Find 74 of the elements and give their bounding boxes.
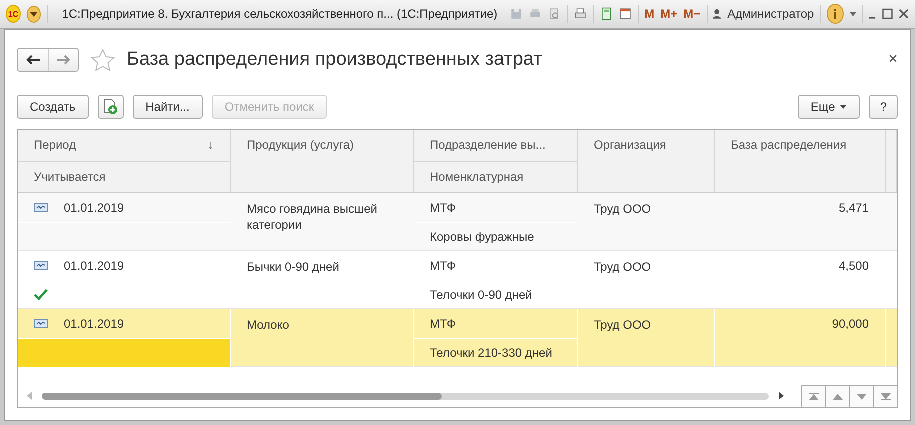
dropdown-icon [850, 12, 856, 16]
table-cell-text: Мясо говядина высшей категории [246, 201, 379, 234]
down-icon [856, 394, 866, 400]
previous-row-button[interactable] [825, 385, 849, 407]
close-button[interactable]: × [888, 51, 898, 69]
memory-button[interactable]: M− [684, 7, 701, 21]
column-header[interactable]: Подразделение вы... [430, 138, 546, 153]
table-row[interactable]: 01.01.2019 Молоко МТФ Телочки 210-330 дней Труд ООО 90,000 [18, 309, 897, 367]
app-logo[interactable]: 1С [6, 5, 22, 23]
find-button[interactable]: Найти... [132, 95, 203, 119]
memory-button[interactable]: M [644, 7, 655, 21]
column-header[interactable]: Учитывается [34, 170, 106, 184]
table-cell-text: 90,000 [831, 316, 870, 333]
column-header[interactable]: Номенклатурная [430, 170, 524, 184]
scroll-left-icon [26, 392, 34, 400]
more-button[interactable]: Еще [798, 95, 860, 119]
close-icon [899, 8, 909, 20]
table-cell: 01.01.2019 [64, 258, 124, 274]
table-cell-text: Бычки 0-90 дней [246, 259, 340, 276]
user-name[interactable]: Администратор [728, 7, 814, 21]
scrollbar-thumb[interactable] [42, 392, 442, 400]
minimize-icon [869, 17, 876, 19]
app-title: 1С:Предприятие 8. Бухгалтерия сельскохозяйственного п... (1С:Предприятие) [62, 7, 498, 21]
column-header[interactable]: Период [34, 138, 76, 153]
table-cell-text: Труд ООО [593, 317, 652, 334]
table-cell-text: 5,471 [838, 200, 870, 217]
sort-indicator: ↓ [208, 138, 214, 153]
add-document-icon [104, 99, 118, 115]
caret-icon [840, 105, 848, 109]
next-row-button[interactable] [849, 385, 873, 407]
star-icon[interactable] [91, 48, 115, 72]
horizontal-scrollbar[interactable] [42, 392, 769, 400]
column-header[interactable]: База распределения [731, 138, 847, 153]
main-menu-button[interactable] [27, 6, 42, 22]
save-icon[interactable] [510, 6, 523, 22]
table-cell: Телочки 210-330 дней [430, 345, 552, 361]
info-icon [833, 9, 838, 19]
help-button[interactable]: ? [869, 95, 898, 119]
calendar-icon[interactable] [618, 6, 632, 22]
scroll-right-icon [777, 392, 785, 400]
record-icon [34, 261, 48, 270]
table-cell-text: Труд ООО [593, 259, 652, 276]
create-button[interactable]: Создать [17, 95, 89, 119]
up-icon [832, 394, 842, 400]
table-cell-text: Труд ООО [593, 201, 652, 218]
record-icon [34, 203, 48, 212]
caret-icon [30, 12, 38, 16]
table-cell: Телочки 0-90 дней [430, 287, 532, 303]
last-icon [880, 392, 890, 400]
table-row[interactable]: 01.01.2019 Мясо говядина высшей категории МТФ Коровы фуражные Труд ООО 5,471 [18, 193, 897, 251]
arrow-right-icon [56, 55, 70, 65]
info-button[interactable] [827, 4, 844, 24]
first-row-button[interactable] [801, 385, 825, 407]
table-cell: МТФ [430, 200, 456, 216]
table-cell: МТФ [430, 316, 456, 332]
user-icon [713, 8, 722, 20]
column-header[interactable]: Продукция (услуга) [247, 138, 354, 153]
table-cell-text: Молоко [246, 317, 290, 334]
table-cell: 01.01.2019 [64, 200, 124, 216]
arrow-left-icon [26, 55, 40, 65]
record-icon [34, 319, 48, 328]
form-title: База распределения производственных затрат [127, 49, 544, 71]
maximize-icon [882, 7, 894, 21]
first-icon [808, 392, 818, 400]
table-cell: Коровы фуражные [430, 229, 534, 245]
table-cell: 01.01.2019 [64, 316, 124, 332]
memory-button[interactable]: M+ [660, 7, 678, 21]
last-row-button[interactable] [873, 385, 897, 407]
column-header[interactable]: Организация [594, 138, 666, 153]
table-cell-text: 4,500 [838, 258, 870, 275]
add-copy-button[interactable] [98, 95, 124, 119]
table-cell: МТФ [430, 258, 456, 274]
preview-icon[interactable] [548, 6, 561, 22]
calculator-icon[interactable] [600, 6, 613, 22]
